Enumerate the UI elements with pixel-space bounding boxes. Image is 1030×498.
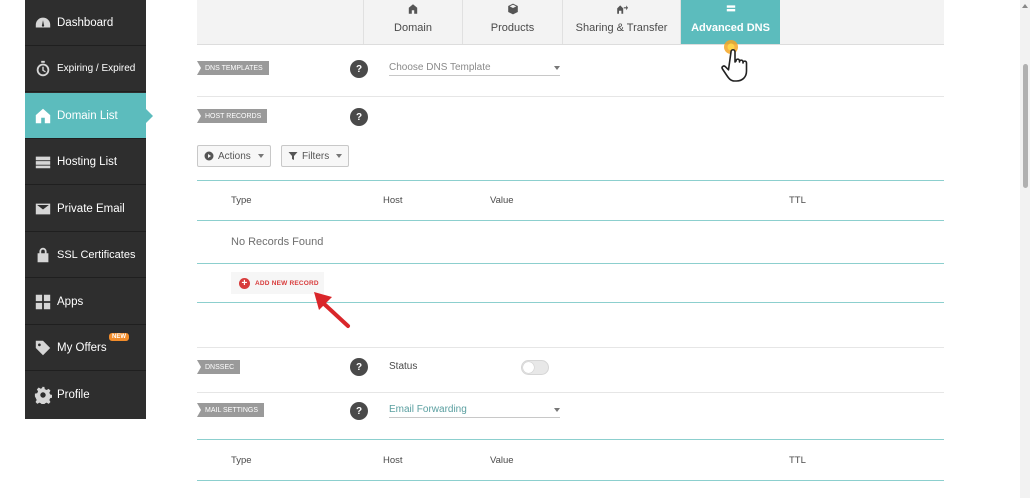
box-icon (507, 3, 519, 17)
tab-label: Products (490, 22, 535, 34)
filters-label: Filters (302, 150, 330, 162)
sidebar-item-label: My Offers (57, 341, 107, 354)
sidebar-item-dashboard[interactable]: Dashboard (25, 0, 146, 46)
home-icon (34, 107, 52, 125)
mail-header-bottom-border (197, 480, 944, 481)
no-records-message: No Records Found (231, 236, 324, 248)
mail-column-header-type: Type (231, 455, 252, 466)
column-header-host: Host (383, 195, 403, 206)
tab-sharing-transfer[interactable]: Sharing & Transfer (562, 0, 680, 44)
gauge-icon (34, 14, 52, 32)
mail-column-header-value: Value (490, 455, 514, 466)
sidebar-item-profile[interactable]: Profile (25, 372, 146, 418)
envelope-icon (34, 200, 52, 218)
host-records-help-icon[interactable]: ? (350, 108, 368, 126)
tab-label: Domain (394, 22, 432, 34)
mail-settings-help-icon[interactable]: ? (350, 402, 368, 420)
dns-templates-ribbon: DNS TEMPLATES (197, 61, 269, 75)
sidebar-item-hosting-list[interactable]: Hosting List (25, 139, 146, 185)
mail-settings-ribbon: MAIL SETTINGS (197, 403, 265, 417)
chevron-down-icon (257, 154, 264, 158)
home-icon (407, 3, 419, 17)
tab-label: Sharing & Transfer (575, 22, 668, 34)
dnssec-help-icon[interactable]: ? (350, 358, 368, 376)
chevron-down-icon (554, 407, 560, 412)
page-scrollbar[interactable] (1020, 0, 1030, 498)
sidebar-item-private-email[interactable]: Private Email (25, 186, 146, 232)
lock-icon (34, 246, 52, 264)
mail-column-header-ttl: TTL (789, 455, 806, 466)
play-circle-icon (204, 151, 214, 161)
filter-icon (288, 151, 298, 161)
column-header-type: Type (231, 195, 252, 206)
gear-icon (34, 386, 52, 404)
sidebar-item-expiring[interactable]: Expiring / Expired (25, 46, 146, 92)
sidebar-item-my-offers[interactable]: My Offers NEW (25, 325, 146, 371)
scroll-up-icon[interactable] (1022, 4, 1028, 8)
tab-domain[interactable]: Domain (363, 0, 462, 44)
sidebar-item-domain-list[interactable]: Domain List (25, 93, 153, 139)
header-bottom-border (197, 220, 944, 221)
dnssec-status-toggle[interactable] (521, 360, 549, 375)
divider (197, 392, 944, 393)
active-indicator (146, 109, 153, 123)
hand-cursor-icon (721, 40, 748, 82)
divider (197, 96, 944, 97)
sidebar-item-label: Apps (57, 295, 84, 308)
sidebar: Dashboard Expiring / Expired Domain List… (25, 0, 153, 419)
share-icon (616, 3, 628, 17)
mail-settings-value: Email Forwarding (389, 404, 467, 415)
scrollbar-thumb[interactable] (1023, 64, 1028, 188)
mail-settings-select[interactable]: Email Forwarding (389, 402, 560, 418)
chevron-down-icon (554, 65, 560, 70)
dnssec-status-label: Status (389, 361, 418, 372)
sidebar-item-ssl-certificates[interactable]: SSL Certificates (25, 232, 146, 278)
tab-label: Advanced DNS (691, 22, 770, 34)
sidebar-item-apps[interactable]: Apps (25, 279, 146, 325)
mail-table-top-border (197, 439, 944, 440)
sidebar-item-label: Domain List (57, 109, 118, 122)
plus-circle-icon: + (239, 277, 250, 289)
dns-templates-help-icon[interactable]: ? (350, 60, 368, 78)
dnssec-ribbon: DNSSEC (197, 360, 241, 374)
mail-column-header-host: Host (383, 455, 403, 466)
table-top-border (197, 180, 944, 181)
dns-template-value: Choose DNS Template (389, 62, 491, 73)
red-arrow-annotation (314, 292, 350, 328)
sidebar-item-label: Private Email (57, 202, 125, 215)
divider (197, 347, 944, 348)
sidebar-item-label: Expiring / Expired (57, 63, 136, 74)
host-records-ribbon: HOST RECORDS (197, 109, 268, 123)
tab-products[interactable]: Products (462, 0, 562, 44)
stopwatch-icon (34, 60, 52, 78)
apps-icon (34, 293, 52, 311)
toggle-knob (523, 362, 534, 373)
tag-icon (34, 339, 52, 357)
row-border (197, 263, 944, 264)
dns-template-select[interactable]: Choose DNS Template (389, 60, 560, 76)
column-header-ttl: TTL (789, 195, 806, 206)
sidebar-item-label: Hosting List (57, 155, 118, 168)
sidebar-item-label: Dashboard (57, 16, 114, 29)
add-new-record-label: ADD NEW RECORD (255, 279, 319, 287)
server-icon (34, 153, 52, 171)
actions-button[interactable]: Actions (197, 145, 271, 167)
new-badge: NEW (109, 333, 129, 341)
domain-tabs: Domain Products Sharing & Transfer Advan… (197, 0, 944, 45)
sidebar-item-label: SSL Certificates (57, 248, 136, 261)
chevron-down-icon (336, 154, 343, 158)
server-stack-icon (725, 3, 737, 17)
sidebar-item-label: Profile (57, 389, 90, 401)
column-header-value: Value (490, 195, 514, 206)
actions-label: Actions (218, 150, 251, 162)
filters-button[interactable]: Filters (281, 145, 350, 167)
